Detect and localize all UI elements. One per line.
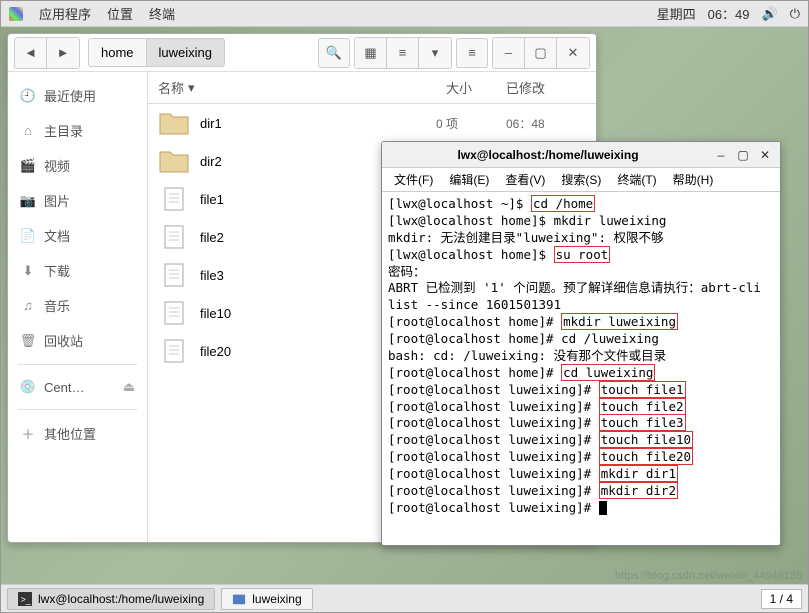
search-button[interactable]: 🔍	[318, 38, 350, 68]
col-size-label[interactable]: 大小	[446, 78, 506, 97]
file-icon	[158, 300, 190, 326]
forward-button[interactable]: ►	[47, 38, 79, 68]
file-size: 0 项	[436, 115, 496, 132]
home-icon: ⌂	[20, 123, 36, 139]
top-panel: 应用程序 位置 终端 星期四 06：49 🔊 ⏻	[1, 1, 808, 27]
folder-icon	[158, 148, 190, 174]
camera-icon: 📷	[20, 193, 36, 209]
minimize-button[interactable]: –	[493, 38, 525, 68]
term-minimize-button[interactable]: –	[712, 146, 730, 164]
music-icon: ♫	[20, 298, 36, 314]
file-modified: 06：48	[506, 115, 586, 132]
hamburger-button[interactable]: ≡	[456, 38, 488, 68]
term-menu-item[interactable]: 编辑(E)	[443, 169, 495, 190]
crumb-current[interactable]: luweixing	[147, 39, 224, 66]
disc-icon: 💿	[20, 379, 36, 395]
sidebar-item-documents[interactable]: 📄文档	[8, 218, 147, 253]
folder-icon	[158, 110, 190, 136]
sidebar-item-media[interactable]: 💿Cent…⏏	[8, 371, 147, 403]
term-menu-item[interactable]: 查看(V)	[499, 169, 551, 190]
sidebar-item-downloads[interactable]: ⬇下载	[8, 253, 147, 288]
sidebar-item-home[interactable]: ⌂主目录	[8, 113, 147, 148]
sidebar-item-other[interactable]: ＋其他位置	[8, 416, 147, 451]
file-icon	[158, 262, 190, 288]
crumb-home[interactable]: home	[89, 39, 147, 66]
terminal-output[interactable]: [lwx@localhost ~]$ cd /home[lwx@localhos…	[382, 192, 780, 545]
taskbar: >_ lwx@localhost:/home/luweixing luweixi…	[1, 584, 808, 612]
view-grid-button[interactable]: ▦	[355, 38, 387, 68]
taskbar-item-terminal[interactable]: >_ lwx@localhost:/home/luweixing	[7, 588, 215, 610]
term-menu-item[interactable]: 搜索(S)	[555, 169, 607, 190]
sidebar-item-trash[interactable]: 🗑回收站	[8, 323, 147, 358]
close-button[interactable]: ✕	[557, 38, 589, 68]
term-menu-item[interactable]: 帮助(H)	[667, 169, 720, 190]
activities-icon[interactable]	[9, 7, 23, 21]
eject-icon[interactable]: ⏏	[123, 379, 135, 395]
download-icon: ⬇	[20, 263, 36, 279]
video-icon: 🎬	[20, 158, 36, 174]
file-icon	[158, 186, 190, 212]
terminal-titlebar: lwx@localhost:/home/luweixing – ▢ ✕	[382, 142, 780, 168]
taskbar-item-files[interactable]: luweixing	[221, 588, 312, 610]
plus-icon: ＋	[20, 426, 36, 442]
file-icon	[158, 224, 190, 250]
trash-icon: 🗑	[20, 333, 36, 349]
col-name-label[interactable]: 名称	[158, 78, 184, 97]
clock-icon: 🕘	[20, 88, 36, 104]
col-mod-label[interactable]: 已修改	[506, 78, 586, 97]
term-menu-item[interactable]: 文件(F)	[388, 169, 439, 190]
clock-time: 06：49	[708, 4, 750, 23]
svg-text:>_: >_	[21, 594, 31, 604]
term-maximize-button[interactable]: ▢	[734, 146, 752, 164]
menu-terminal[interactable]: 终端	[149, 4, 175, 23]
clock-day: 星期四	[657, 4, 696, 23]
file-row[interactable]: dir1 0 项 06：48	[148, 104, 596, 142]
maximize-button[interactable]: ▢	[525, 38, 557, 68]
view-dropdown-button[interactable]: ▾	[419, 38, 451, 68]
terminal-window: lwx@localhost:/home/luweixing – ▢ ✕ 文件(F…	[381, 141, 781, 546]
fm-toolbar: ◄ ► home luweixing 🔍 ▦ ≡ ▾ ≡ – ▢ ✕	[8, 34, 596, 72]
terminal-title: lwx@localhost:/home/luweixing	[388, 148, 708, 162]
power-icon[interactable]: ⏻	[790, 6, 800, 22]
term-menu-item[interactable]: 终端(T)	[611, 169, 662, 190]
document-icon: 📄	[20, 228, 36, 244]
sidebar-item-recent[interactable]: 🕘最近使用	[8, 78, 147, 113]
menu-applications[interactable]: 应用程序	[39, 4, 91, 23]
file-name: dir1	[200, 116, 426, 131]
sort-indicator-icon: ▾	[188, 80, 195, 96]
terminal-menubar: 文件(F)编辑(E)查看(V)搜索(S)终端(T)帮助(H)	[382, 168, 780, 192]
fm-sidebar: 🕘最近使用 ⌂主目录 🎬视频 📷图片 📄文档 ⬇下载 ♫音乐 🗑回收站 💿Cen…	[8, 72, 148, 542]
view-list-button[interactable]: ≡	[387, 38, 419, 68]
menu-places[interactable]: 位置	[107, 4, 133, 23]
sidebar-item-music[interactable]: ♫音乐	[8, 288, 147, 323]
fm-column-header: 名称 ▾ 大小 已修改	[148, 72, 596, 104]
term-close-button[interactable]: ✕	[756, 146, 774, 164]
volume-icon[interactable]: 🔊	[762, 6, 778, 22]
back-button[interactable]: ◄	[15, 38, 47, 68]
watermark: https://blog.csdn.net/weixin_44949135	[615, 570, 802, 582]
terminal-icon: >_	[18, 592, 32, 606]
sidebar-item-pictures[interactable]: 📷图片	[8, 183, 147, 218]
folder-icon	[232, 592, 246, 606]
workspace-indicator[interactable]: 1 / 4	[761, 589, 802, 609]
file-icon	[158, 338, 190, 364]
breadcrumb: home luweixing	[88, 38, 225, 67]
sidebar-item-videos[interactable]: 🎬视频	[8, 148, 147, 183]
